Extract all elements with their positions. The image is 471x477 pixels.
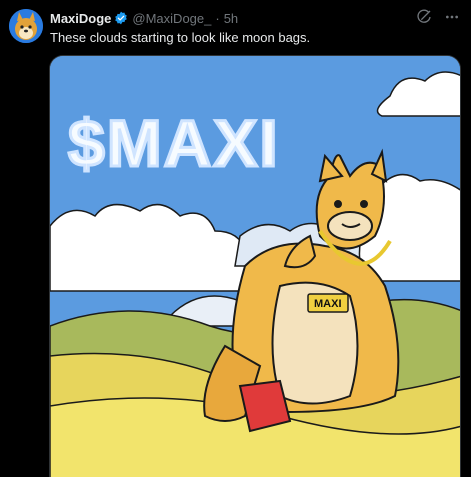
separator: · bbox=[215, 10, 220, 26]
doge-avatar-icon bbox=[9, 9, 43, 43]
doge-illustration: $MAXI MAXI bbox=[50, 56, 460, 477]
grok-icon[interactable] bbox=[415, 8, 433, 26]
post-text: These clouds starting to look like moon … bbox=[50, 30, 311, 45]
pendant-text: MAXI bbox=[314, 298, 342, 310]
cloud-text: $MAXI bbox=[68, 106, 280, 180]
verified-badge-icon bbox=[114, 11, 128, 25]
post-time[interactable]: 5h bbox=[224, 11, 238, 26]
avatar[interactable] bbox=[9, 9, 43, 43]
post: MaxiDoge @MaxiDoge_ · 5h These clouds st bbox=[0, 0, 471, 477]
more-icon[interactable] bbox=[443, 8, 461, 26]
post-actions bbox=[415, 8, 461, 26]
post-image[interactable]: $MAXI MAXI bbox=[49, 55, 461, 477]
post-header: MaxiDoge @MaxiDoge_ · 5h bbox=[50, 9, 431, 27]
author-handle[interactable]: @MaxiDoge_ bbox=[132, 11, 211, 26]
author-name[interactable]: MaxiDoge bbox=[50, 11, 111, 26]
